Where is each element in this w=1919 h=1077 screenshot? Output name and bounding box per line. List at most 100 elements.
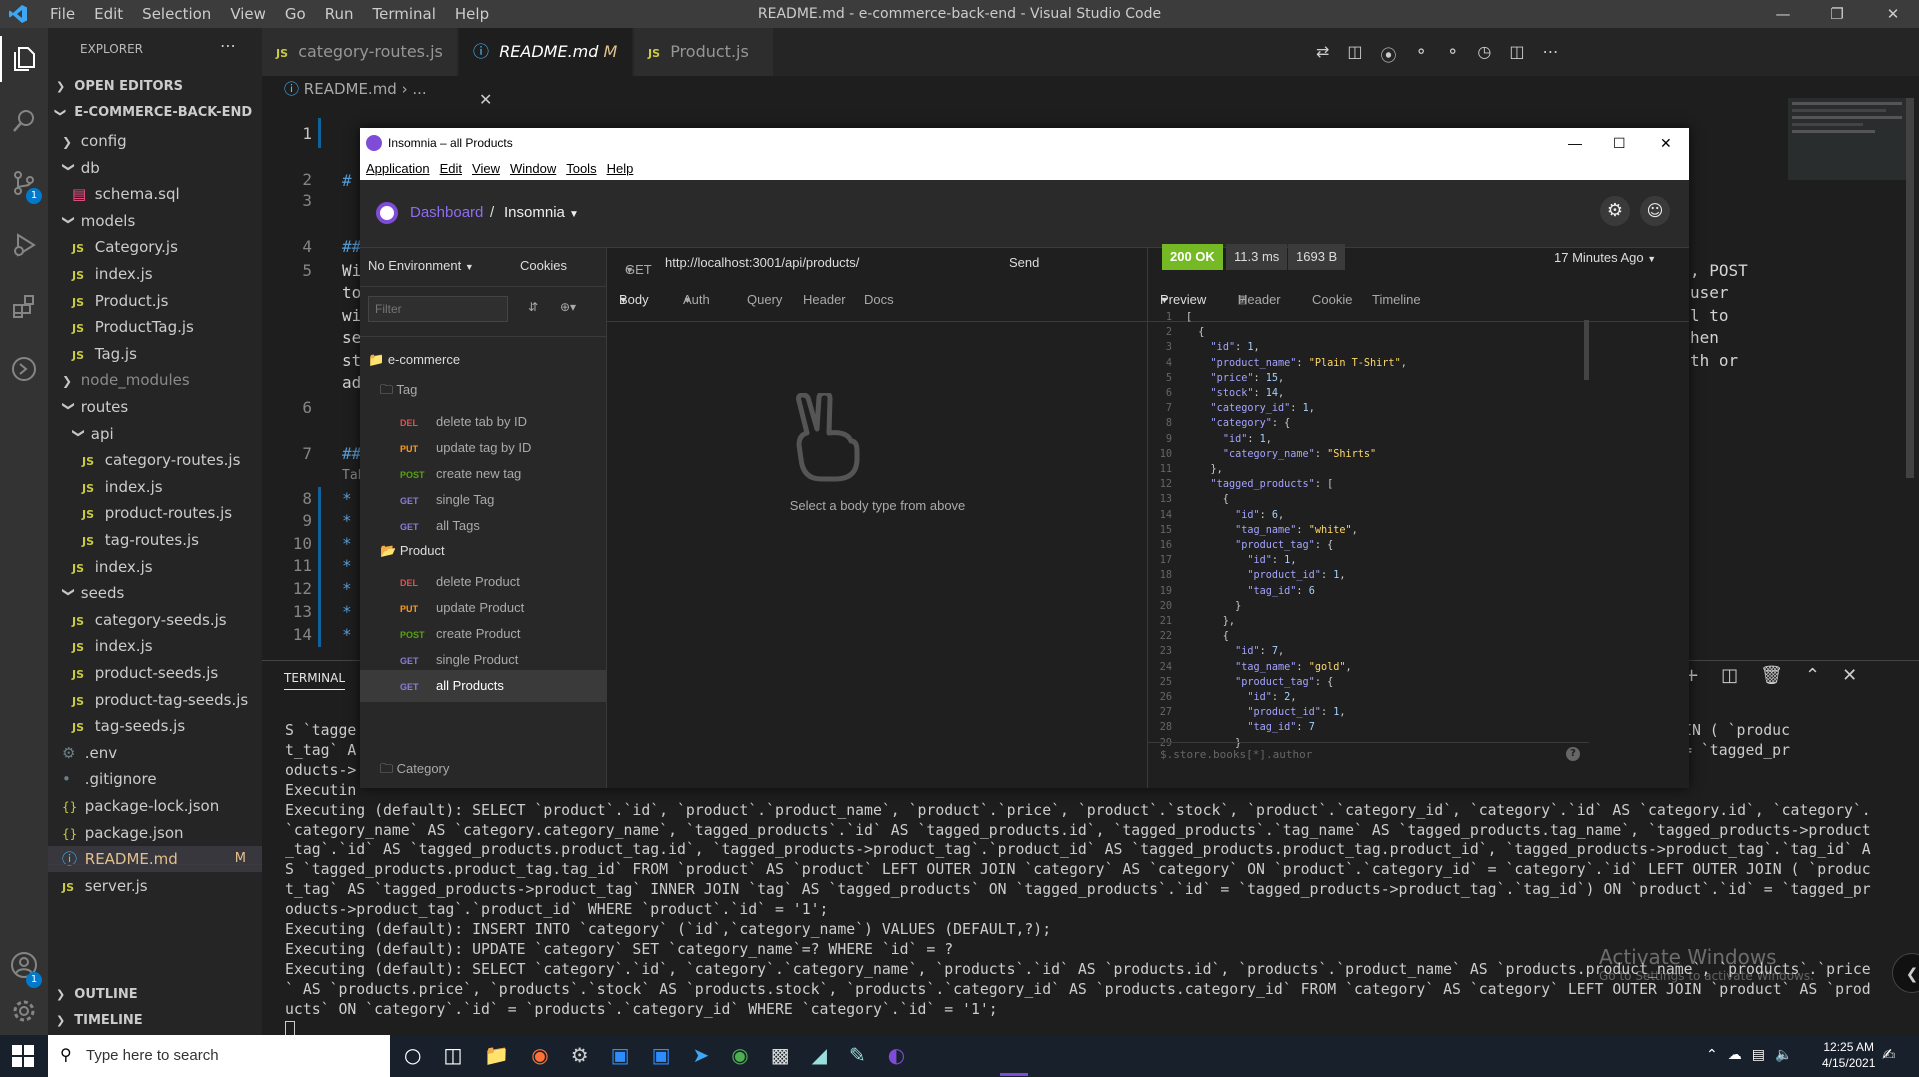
menu-view[interactable]: View <box>472 158 500 180</box>
folder-tag[interactable]: 🗀 Tag <box>360 374 607 406</box>
close-panel-icon[interactable]: ✕ <box>1842 665 1857 686</box>
response-json-viewer[interactable]: 1[2 {3 "id": 1, 4 "product_name": "Plain … <box>1148 310 1407 751</box>
tree-item[interactable]: ❯ api <box>48 421 262 447</box>
url-input[interactable]: http://localhost:3001/api/products/ <box>665 248 859 278</box>
tree-item[interactable]: ❯ node_modules <box>48 367 262 393</box>
tab-close-icon[interactable]: ✕ <box>479 90 492 109</box>
git-next-icon[interactable]: ⚬ <box>1446 42 1459 62</box>
tree-item[interactable]: JS product-routes.js <box>48 500 262 526</box>
tree-item[interactable]: JS category-seeds.js <box>48 607 262 633</box>
chevron-up-icon[interactable]: ⌃ <box>1706 1047 1718 1063</box>
collection-e-commerce[interactable]: 📁 e-commerce <box>360 344 607 376</box>
tab-readme[interactable]: ⓘ README.md M ✕ <box>459 28 633 109</box>
source-control-icon[interactable]: 1 <box>0 158 48 208</box>
tree-item[interactable]: ⓘ README.md M <box>48 846 262 873</box>
maximize-panel-icon[interactable]: ⌃ <box>1805 665 1820 686</box>
json-scrollbar[interactable] <box>1584 320 1589 380</box>
sort-icon[interactable]: ⇵ <box>528 300 538 314</box>
tree-item[interactable]: JS tag-seeds.js <box>48 713 262 739</box>
terminal-taskbar-icon[interactable]: ▩ <box>771 1043 790 1067</box>
tree-item[interactable]: JS ProductTag.js <box>48 314 262 340</box>
close-icon[interactable]: ✕ <box>1660 128 1672 158</box>
game-app-icon[interactable]: ⚙ <box>571 1043 589 1067</box>
explorer-icon[interactable] <box>0 34 48 84</box>
menu-application[interactable]: Application <box>366 158 430 180</box>
app-icon[interactable]: ◢ <box>812 1043 827 1067</box>
windows-start-icon[interactable] <box>12 1045 34 1067</box>
tab-query[interactable]: Query <box>747 278 782 322</box>
open-preview-icon[interactable]: ◫ <box>1347 42 1362 62</box>
search-icon[interactable] <box>0 96 48 146</box>
cloud-icon[interactable]: ☁ <box>1728 1047 1742 1063</box>
more-actions-icon[interactable]: ⋯ <box>220 36 236 55</box>
tree-item[interactable]: ⚙ .env <box>48 740 262 766</box>
tree-item[interactable]: JS Product.js <box>48 288 262 314</box>
firefox-icon[interactable]: ◉ <box>531 1043 548 1067</box>
settings-gear-icon[interactable] <box>0 986 48 1036</box>
close-icon[interactable]: ✕ <box>1870 0 1916 28</box>
tab-header[interactable]: Header <box>803 278 846 322</box>
extensions-icon[interactable] <box>0 282 48 332</box>
minimap[interactable] <box>1788 98 1906 180</box>
split-terminal-icon[interactable]: ◫ <box>1721 665 1738 686</box>
minimize-icon[interactable]: — <box>1760 0 1806 28</box>
restore-icon[interactable]: ❐ <box>1814 0 1860 28</box>
menu-help[interactable]: Help <box>607 158 634 180</box>
tree-item[interactable]: JS category-routes.js <box>48 447 262 473</box>
remote-explorer-icon[interactable] <box>0 344 48 394</box>
tree-item[interactable]: JS Category.js <box>48 234 262 260</box>
tab-category-routes[interactable]: JS category-routes.js <box>262 28 458 76</box>
breadcrumb-file[interactable]: README.md <box>304 80 397 98</box>
tree-item[interactable]: JS index.js <box>48 261 262 287</box>
menu-tools[interactable]: Tools <box>566 158 596 180</box>
vscode-taskbar-icon[interactable]: ➤ <box>692 1043 709 1067</box>
trash-icon[interactable]: 🗑 <box>1760 665 1783 686</box>
tab-docs[interactable]: Docs <box>864 278 894 322</box>
zoom-icon[interactable]: ▣ <box>652 1043 671 1067</box>
compare-icon[interactable]: ⇄ <box>1316 42 1329 62</box>
cortana-icon[interactable]: ○ <box>404 1043 421 1067</box>
chevron-left-icon[interactable]: ❮ <box>1892 953 1919 993</box>
open-editors-section[interactable]: ❯ OPEN EDITORS <box>56 79 183 94</box>
more-editor-actions-icon[interactable]: ⋯ <box>1542 42 1558 62</box>
speaker-icon[interactable]: 🔈 <box>1775 1047 1792 1063</box>
tree-item[interactable]: JS index.js <box>48 554 262 580</box>
menu-edit[interactable]: Edit <box>440 158 462 180</box>
taskbar-clock[interactable]: 12:25 AM 4/15/2021 <box>1822 1039 1875 1071</box>
run-debug-icon[interactable] <box>0 220 48 270</box>
workspace-dropdown[interactable]: Insomnia ▼ <box>504 204 579 221</box>
insomnia-taskbar-icon[interactable]: ◐ <box>888 1043 905 1067</box>
tree-item[interactable]: ▤ schema.sql <box>48 181 262 207</box>
tab-product[interactable]: JS Product.js <box>634 28 774 76</box>
timeline-history-icon[interactable]: ◷ <box>1477 42 1491 62</box>
tree-item[interactable]: JS tag-routes.js <box>48 527 262 553</box>
help-icon[interactable]: ? <box>1566 747 1580 761</box>
network-icon[interactable]: ▤ <box>1752 1047 1765 1063</box>
menu-window[interactable]: Window <box>510 158 556 180</box>
app-icon[interactable]: ▣ <box>611 1043 630 1067</box>
filter-input[interactable] <box>368 296 508 322</box>
notification-icon[interactable]: ✍ <box>1882 1045 1895 1064</box>
breadcrumb[interactable]: ⓘ README.md › ... <box>284 78 427 99</box>
terminal-tab[interactable]: TERMINAL <box>284 671 346 690</box>
split-editor-icon[interactable]: ◫ <box>1509 42 1524 62</box>
minimize-icon[interactable]: — <box>1568 128 1582 158</box>
tree-item[interactable]: JS product-seeds.js <box>48 660 262 686</box>
user-account-icon[interactable]: ☺ <box>1640 196 1670 226</box>
git-previous-icon[interactable]: ⚬ <box>1415 42 1428 62</box>
editor-scrollbar[interactable] <box>1906 98 1914 478</box>
tree-item[interactable]: ❯ seeds <box>48 580 262 606</box>
tree-item[interactable]: ❯ db <box>48 155 262 181</box>
folder-product[interactable]: 📂 Product <box>360 535 607 567</box>
tree-item[interactable]: {} package-lock.json <box>48 793 262 819</box>
tree-item[interactable]: JS index.js <box>48 633 262 659</box>
request-item[interactable]: GET all Products <box>360 670 607 702</box>
file-explorer-icon[interactable]: 📁 <box>484 1043 509 1067</box>
account-icon[interactable]: 1 <box>0 940 48 990</box>
maximize-icon[interactable]: ☐ <box>1613 128 1626 158</box>
breadcrumb-more[interactable]: ... <box>412 80 426 98</box>
taskbar-search-box[interactable]: ⚲ Type here to search <box>48 1035 390 1077</box>
project-section[interactable]: ❯ E-COMMERCE-BACK-END <box>54 105 252 120</box>
tree-item[interactable]: JS Tag.js <box>48 341 262 367</box>
settings-gear-icon[interactable]: ⚙ <box>1600 196 1630 226</box>
